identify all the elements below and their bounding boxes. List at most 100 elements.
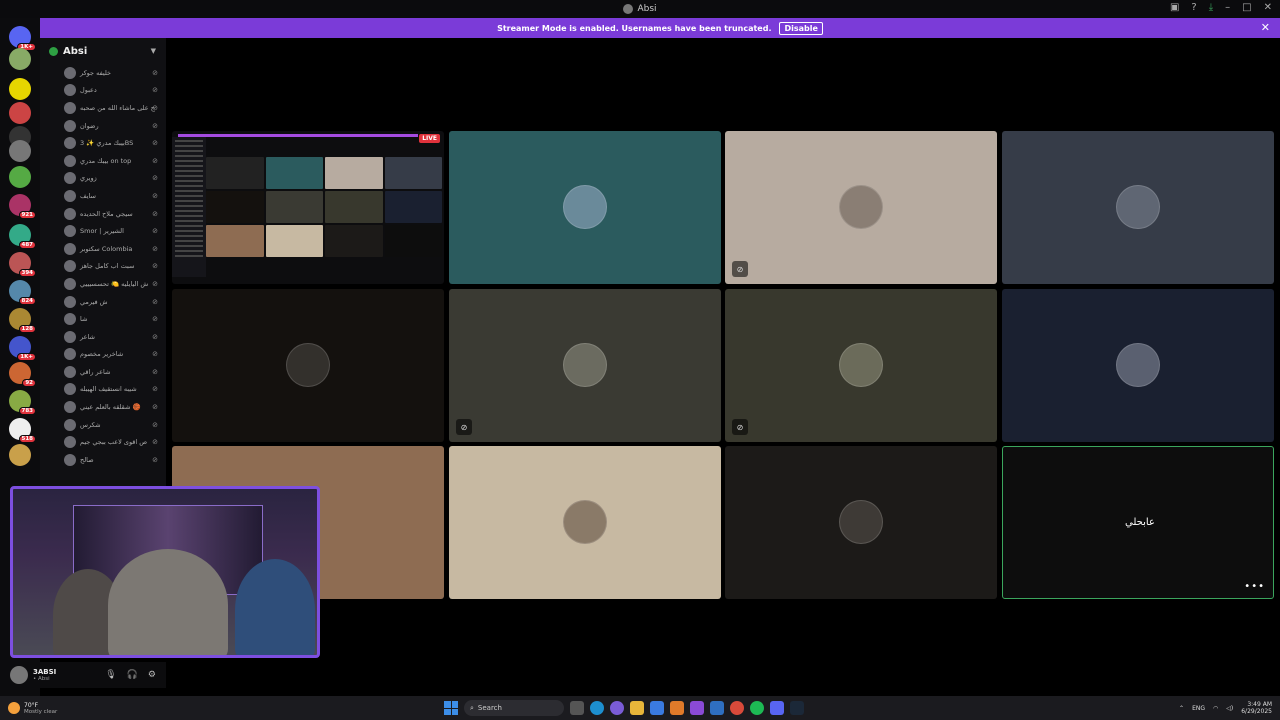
voice-member[interactable]: سايف ⊘ <box>40 187 166 205</box>
server-icon[interactable]: 518 <box>9 418 36 443</box>
server-icon[interactable] <box>9 140 31 162</box>
voice-member[interactable]: زويري ⊘ <box>40 170 166 188</box>
store-icon[interactable] <box>650 701 664 715</box>
voice-member[interactable]: ش فيرمي ⊘ <box>40 293 166 311</box>
chrome-icon[interactable] <box>730 701 744 715</box>
mention-badge: 824 <box>18 297 36 305</box>
microphone-icon[interactable]: 🎙 <box>105 670 116 680</box>
task-view-icon[interactable] <box>570 701 584 715</box>
webcam-person-right <box>235 559 315 655</box>
voice-member[interactable]: شكرس ⊘ <box>40 416 166 434</box>
voice-member[interactable]: ح على ماشاء الله من صحبه ⊘ <box>40 99 166 117</box>
voice-member[interactable]: خليفه جوكر ⊘ <box>40 64 166 82</box>
server-icon[interactable]: 394 <box>9 252 36 277</box>
taskbar-search[interactable]: ⌕ Search <box>464 700 564 716</box>
server-header[interactable]: Absi ▼ <box>40 38 166 64</box>
server-icon[interactable] <box>9 48 31 70</box>
avatar <box>64 348 76 361</box>
voice-member[interactable]: سيجي ملاح الحديده ⊘ <box>40 205 166 223</box>
video-tile[interactable] <box>449 131 721 284</box>
voice-member[interactable]: شاخرير مخصوم ⊘ <box>40 346 166 364</box>
copilot-icon[interactable] <box>610 701 624 715</box>
file-explorer-icon[interactable] <box>630 701 644 715</box>
member-name: دعبول <box>80 86 97 95</box>
voice-member[interactable]: دعبول ⊘ <box>40 82 166 100</box>
muted-mic-icon: ⊘ <box>152 279 158 288</box>
headphones-icon[interactable]: 🎧 <box>127 670 138 680</box>
more-options-icon[interactable]: ••• <box>1244 581 1265 592</box>
member-name: خليفه جوكر <box>80 68 112 77</box>
server-icon[interactable]: 92 <box>9 362 36 387</box>
voice-member[interactable]: بيبك مدري ✨ 3BS ⊘ <box>40 134 166 152</box>
voice-member[interactable]: رضوان ⊘ <box>40 117 166 135</box>
server-icon[interactable] <box>9 102 31 124</box>
close-window-button[interactable]: ✕ <box>1264 2 1272 13</box>
screen-share-tile[interactable]: LIVE <box>172 131 444 284</box>
avatar <box>286 343 330 387</box>
system-clock[interactable]: 3:49 AM 6/29/2025 <box>1241 701 1272 715</box>
video-tile[interactable] <box>1002 289 1274 442</box>
server-icon[interactable]: 1K+ <box>9 336 36 361</box>
avatar <box>64 66 76 79</box>
close-banner-icon[interactable]: ✕ <box>1261 21 1270 34</box>
server-icon[interactable] <box>9 444 31 466</box>
calculator-icon[interactable] <box>710 701 724 715</box>
steam-icon[interactable] <box>790 701 804 715</box>
edge-browser-icon[interactable] <box>590 701 604 715</box>
weather-widget[interactable]: 70°F Mostly clear <box>8 702 57 715</box>
voice-member[interactable]: صالح ⊘ <box>40 451 166 469</box>
start-menu-icon[interactable] <box>444 701 458 715</box>
video-tile[interactable] <box>449 446 721 599</box>
avatar <box>64 119 76 132</box>
download-icon[interactable]: ⤓ <box>1209 2 1213 13</box>
server-icon[interactable]: 128 <box>9 308 36 333</box>
volume-icon[interactable]: ◁) <box>1226 705 1233 712</box>
voice-member[interactable]: Smor | الشيرير ⊘ <box>40 222 166 240</box>
video-tile[interactable]: ⊘ <box>449 289 721 442</box>
server-icon[interactable] <box>9 78 31 100</box>
discord-icon[interactable] <box>770 701 784 715</box>
video-tile[interactable]: عابحلي ••• <box>1002 446 1274 599</box>
shared-screen-cell <box>384 191 442 223</box>
voice-member[interactable]: شيبه انستقيف الهيبله ⊘ <box>40 381 166 399</box>
settings-gear-icon[interactable]: ⚙ <box>148 670 156 680</box>
server-icon[interactable]: 487 <box>9 224 36 249</box>
voice-member[interactable]: شا ⊘ <box>40 310 166 328</box>
avatar <box>64 154 76 167</box>
voice-member[interactable]: شقلقه بالعلم عيني 🏀 ⊘ <box>40 398 166 416</box>
app-orange-icon[interactable] <box>670 701 684 715</box>
muted-mic-icon: ⊘ <box>152 139 158 148</box>
voice-member[interactable]: بيبك مدري on top ⊘ <box>40 152 166 170</box>
maximize-button[interactable]: □ <box>1242 2 1251 13</box>
minimize-button[interactable]: – <box>1225 2 1230 13</box>
wifi-icon[interactable]: ◠ <box>1213 705 1218 712</box>
inbox-icon[interactable]: ▣ <box>1170 2 1179 13</box>
server-icon[interactable] <box>9 166 31 188</box>
server-icon[interactable]: 783 <box>9 390 36 415</box>
voice-member[interactable]: سبت اب كامل جاهز ⊘ <box>40 258 166 276</box>
avatar <box>64 84 76 97</box>
video-tile[interactable] <box>1002 131 1274 284</box>
disable-streamer-mode-button[interactable]: Disable <box>779 21 823 35</box>
language-indicator[interactable]: ENG <box>1192 705 1205 712</box>
app-stream-icon[interactable] <box>690 701 704 715</box>
video-tile[interactable] <box>725 446 997 599</box>
spotify-icon[interactable] <box>750 701 764 715</box>
voice-member[interactable]: شاعر راقي ⊘ <box>40 363 166 381</box>
chevron-down-icon[interactable]: ▼ <box>151 47 156 55</box>
shared-screen-cell <box>265 225 323 257</box>
chevron-up-icon[interactable]: ⌃ <box>1179 705 1184 712</box>
video-tile[interactable]: ⊘ <box>725 289 997 442</box>
server-icon[interactable]: 921 <box>9 194 36 219</box>
voice-member[interactable]: ش اليايليه 🍋 تحسسيييي ⊘ <box>40 275 166 293</box>
muted-mic-icon: ⊘ <box>152 103 158 112</box>
video-tile[interactable]: ⊘ <box>725 131 997 284</box>
video-tile[interactable] <box>172 289 444 442</box>
voice-member[interactable]: ص اقوى لاعب ببجي جيم ⊘ <box>40 433 166 451</box>
avatar[interactable] <box>10 666 28 684</box>
voice-member[interactable]: شاعر ⊘ <box>40 328 166 346</box>
help-icon[interactable]: ? <box>1191 2 1196 13</box>
server-icon[interactable]: 1K+ <box>9 26 36 51</box>
voice-member[interactable]: سكتوبر Colombia ⊘ <box>40 240 166 258</box>
server-icon[interactable]: 824 <box>9 280 36 305</box>
